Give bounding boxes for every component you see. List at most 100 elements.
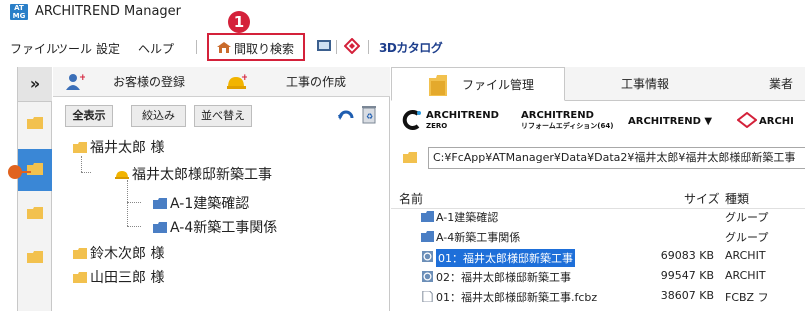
- trash-icon[interactable]: ♻: [361, 104, 377, 124]
- left-panel-header: + お客様の登録 + 工事の作成: [53, 67, 390, 97]
- tree-item-label: 山田三郎 様: [90, 270, 165, 286]
- menu-file[interactable]: ファイル: [10, 40, 58, 57]
- archi-logo-icon: [737, 112, 757, 128]
- file-list-row[interactable]: A-4新築工事関係 グループ: [391, 227, 805, 247]
- menu-separator: [196, 40, 197, 54]
- group-folder-icon: [421, 211, 434, 222]
- filter-button[interactable]: 絞込み: [131, 105, 186, 127]
- toolbar-separator: [336, 40, 337, 54]
- tab-file-management[interactable]: ファイル管理: [391, 67, 565, 101]
- launch-architrend-dropdown[interactable]: ARCHITREND ▼: [628, 116, 712, 127]
- rail-folder-button-active[interactable]: [18, 149, 52, 191]
- file-list-row[interactable]: 01：福井太郎様邸新築工事.fcbz 38607 KB FCBZ フ: [391, 287, 805, 307]
- folder-icon: [27, 251, 43, 263]
- launch-archi[interactable]: ARCHI: [759, 116, 794, 127]
- file-type: ARCHIT: [725, 269, 766, 282]
- app-title: ARCHITREND Manager: [35, 4, 182, 19]
- file-type: FCBZ フ: [725, 291, 769, 304]
- folder-icon: [403, 152, 417, 163]
- brand-line: ARCHI: [759, 116, 794, 127]
- brand-line: ARCHITREND: [521, 110, 594, 121]
- tree-item-label: A-4新築工事関係: [170, 220, 278, 236]
- title-bar: AT MG ARCHITREND Manager: [0, 0, 805, 30]
- menu-help[interactable]: ヘルプ: [138, 40, 174, 57]
- folder-icon: [27, 207, 43, 219]
- tree-item-construction[interactable]: 福井太郎様邸新築工事: [115, 164, 272, 184]
- rail-folder-button-3[interactable]: [18, 193, 52, 235]
- file-list-row-selected[interactable]: 01：福井太郎様邸新築工事 69083 KB ARCHIT: [391, 247, 805, 267]
- launch-architrend-zero[interactable]: ARCHITREND ZERO: [426, 110, 499, 132]
- tree-item-group-a4[interactable]: A-4新築工事関係: [153, 217, 277, 237]
- 3d-catalog-button[interactable]: 3Dカタログ: [379, 39, 443, 56]
- screen-capture-icon[interactable]: [316, 38, 332, 54]
- refresh-icon[interactable]: [337, 106, 355, 124]
- file-list-header: 名前 サイズ 種類: [391, 187, 805, 209]
- folder-icon: [27, 117, 43, 129]
- brand-line: ARCHITREND: [426, 110, 499, 121]
- folder-icon: [153, 222, 167, 233]
- tree-item-customer-fukui[interactable]: 福井太郎 様: [73, 137, 164, 157]
- menu-settings[interactable]: 設定: [96, 40, 120, 57]
- file-list-row[interactable]: 02：福井太郎様邸新築工事 99547 KB ARCHIT: [391, 267, 805, 287]
- rail-folder-button-1[interactable]: [18, 103, 52, 145]
- left-rail: »: [17, 67, 52, 311]
- product-launcher-bar: ARCHITREND ZERO ARCHITREND リフォームエディション(6…: [391, 102, 805, 140]
- file-name: 01：福井太郎様邸新築工事: [436, 249, 575, 267]
- catalog-logo-icon[interactable]: [344, 38, 360, 54]
- tree-item-customer-yamada[interactable]: 山田三郎 様: [73, 267, 164, 287]
- expand-rail-button[interactable]: »: [18, 67, 52, 102]
- column-name-header[interactable]: 名前: [399, 190, 423, 207]
- menu-tools[interactable]: ツール: [56, 40, 92, 57]
- brand-subline: リフォームエディション(64): [521, 122, 614, 130]
- file-type: ARCHIT: [725, 249, 766, 262]
- rail-folder-button-4[interactable]: [18, 237, 52, 279]
- column-size-header[interactable]: サイズ: [684, 190, 720, 207]
- show-all-button[interactable]: 全表示: [65, 105, 113, 127]
- tree-connector: [127, 202, 141, 203]
- tab-label: ファイル管理: [462, 78, 535, 92]
- helmet-icon: [115, 171, 129, 179]
- folder-icon: [73, 272, 87, 283]
- folder-icon: [429, 75, 447, 96]
- toolbar-separator-2: [368, 40, 369, 54]
- file-name: 02：福井太郎様邸新築工事: [436, 271, 571, 284]
- column-type-header[interactable]: 種類: [725, 190, 749, 207]
- folder-icon: [153, 198, 167, 209]
- customer-tree-panel: + お客様の登録 + 工事の作成 全表示 絞込み 並べ替え ♻ 福井太郎 様 福…: [53, 67, 390, 311]
- svg-text:+: +: [79, 73, 85, 83]
- tab-vendors[interactable]: 業者: [769, 67, 793, 101]
- tree-item-group-a1[interactable]: A-1建築確認: [153, 193, 249, 213]
- folder-icon: [27, 163, 43, 175]
- tab-bar: ファイル管理 工事情報 業者: [391, 67, 805, 101]
- house-icon: [217, 42, 231, 53]
- register-customer-button[interactable]: お客様の登録: [113, 67, 185, 97]
- file-type: グループ: [725, 211, 769, 224]
- file-type: グループ: [725, 231, 769, 244]
- tree-item-label: 福井太郎 様: [90, 140, 165, 156]
- tree-item-label: A-1建築確認: [170, 196, 250, 212]
- tree-connector: [81, 156, 82, 172]
- file-list-row[interactable]: A-1建築確認 グループ: [391, 207, 805, 227]
- app-logo: AT MG: [10, 4, 28, 20]
- architrend-zero-logo-icon: [402, 110, 421, 130]
- tree-item-customer-suzuki[interactable]: 鈴木次郎 様: [73, 243, 164, 263]
- floor-plan-search-button[interactable]: 間取り検索: [207, 33, 305, 61]
- architrend-file-icon: [422, 251, 433, 262]
- path-field[interactable]: C:¥FcApp¥ATManager¥Data¥Data2¥福井太郎¥福井太郎様…: [428, 147, 805, 169]
- sort-button[interactable]: 並べ替え: [194, 105, 252, 127]
- document-icon: [422, 291, 433, 302]
- create-construction-button[interactable]: 工事の作成: [286, 67, 346, 97]
- file-name: 01：福井太郎様邸新築工事.fcbz: [436, 291, 598, 304]
- floor-plan-search-label: 間取り検索: [234, 42, 295, 56]
- folder-icon: [73, 142, 87, 153]
- file-name: A-4新築工事関係: [436, 231, 521, 244]
- add-customer-icon: +: [66, 73, 85, 90]
- file-management-panel: ファイル管理 工事情報 業者 ARCHITREND ZERO ARCHITREN…: [391, 67, 805, 311]
- folder-icon: [73, 248, 87, 259]
- tree-connector: [127, 180, 128, 226]
- tree-connector: [127, 226, 141, 227]
- tab-construction-info[interactable]: 工事情報: [621, 67, 669, 101]
- add-construction-icon: +: [227, 73, 247, 89]
- launch-architrend-reform[interactable]: ARCHITREND リフォームエディション(64): [521, 110, 613, 132]
- pointer-marker-line: [19, 171, 31, 173]
